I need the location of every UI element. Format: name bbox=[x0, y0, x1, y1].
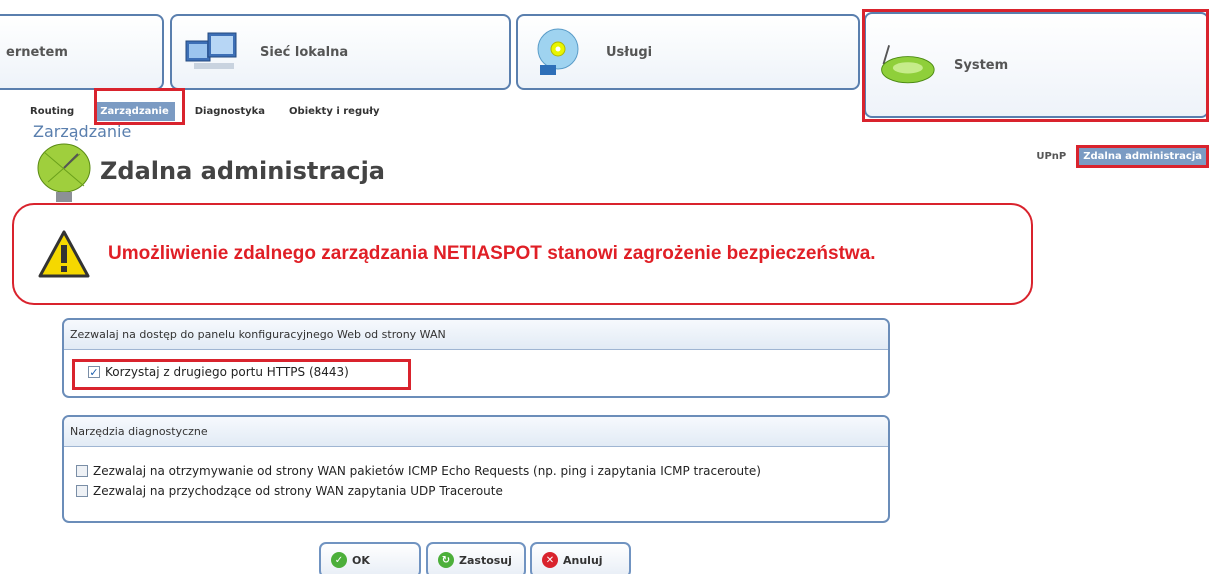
apply-button-label: Zastosuj bbox=[459, 553, 512, 567]
disc-icon bbox=[537, 28, 579, 75]
tab-system-label: System bbox=[954, 57, 1009, 73]
cancel-button-label: Anuluj bbox=[563, 553, 603, 567]
icmp-label: Zezwalaj na otrzymywanie od strony WAN p… bbox=[93, 464, 761, 478]
page-title: Zdalna administracja bbox=[100, 157, 385, 185]
https-option-row: ✓ Korzystaj z drugiego portu HTTPS (8443… bbox=[64, 362, 888, 382]
cancel-button[interactable]: ✕ Anuluj bbox=[530, 542, 631, 574]
subnav-diagnostics[interactable]: Diagnostyka bbox=[183, 106, 277, 117]
ok-button-label: OK bbox=[352, 553, 370, 567]
tab-system[interactable]: System bbox=[864, 12, 1209, 118]
tab-internet[interactable]: ernetem bbox=[0, 14, 164, 90]
close-icon: ✕ bbox=[542, 552, 558, 568]
tab-local-network-label: Sieć lokalna bbox=[260, 44, 349, 60]
wan-access-panel: Zezwalaj na dostęp do panelu konfiguracy… bbox=[62, 318, 890, 398]
warning-icon bbox=[38, 230, 90, 278]
warning-text: Umożliwienie zdalnego zarządzania NETIAS… bbox=[108, 243, 876, 264]
tab-services-label: Usługi bbox=[606, 44, 653, 60]
udp-option-row: Zezwalaj na przychodzące od strony WAN z… bbox=[64, 481, 888, 501]
check-icon: ✓ bbox=[331, 552, 347, 568]
satellite-dish-icon bbox=[37, 143, 91, 202]
right-links: UPnP Zdalna administracja bbox=[1036, 145, 1209, 168]
wan-access-panel-title: Zezwalaj na dostęp do panelu konfiguracy… bbox=[64, 320, 888, 350]
page: ernetem Sieć lokalna Usługi System Routi… bbox=[0, 0, 1209, 574]
udp-checkbox[interactable] bbox=[76, 485, 88, 497]
subnav: Routing Zarządzanie Diagnostyka Obiekty … bbox=[0, 100, 391, 122]
breadcrumb: Zarządzanie bbox=[33, 122, 132, 141]
subnav-routing[interactable]: Routing bbox=[18, 106, 86, 117]
udp-label: Zezwalaj na przychodzące od strony WAN z… bbox=[93, 484, 503, 498]
https-label: Korzystaj z drugiego portu HTTPS (8443) bbox=[105, 365, 349, 379]
icmp-checkbox[interactable] bbox=[76, 465, 88, 477]
diagnostics-panel-title: Narzędzia diagnostyczne bbox=[64, 417, 888, 447]
icmp-option-row: Zezwalaj na otrzymywanie od strony WAN p… bbox=[64, 461, 888, 481]
tab-services[interactable]: Usługi bbox=[516, 14, 860, 90]
subnav-highlight bbox=[94, 88, 185, 125]
https-checkbox[interactable]: ✓ bbox=[88, 366, 100, 378]
upnp-link[interactable]: UPnP bbox=[1036, 151, 1066, 162]
computers-icon bbox=[185, 32, 237, 69]
router-icon bbox=[881, 45, 935, 84]
warning-banner: Umożliwienie zdalnego zarządzania NETIAS… bbox=[12, 203, 1033, 305]
tab-internet-label: ernetem bbox=[6, 44, 68, 60]
ok-button[interactable]: ✓ OK bbox=[319, 542, 421, 574]
apply-button[interactable]: ↻ Zastosuj bbox=[426, 542, 526, 574]
apply-icon: ↻ bbox=[438, 552, 454, 568]
remote-admin-link[interactable]: Zdalna administracja bbox=[1076, 145, 1209, 168]
diagnostics-panel: Narzędzia diagnostyczne Zezwalaj na otrz… bbox=[62, 415, 890, 523]
tab-local-network[interactable]: Sieć lokalna bbox=[170, 14, 511, 90]
subnav-objects-rules[interactable]: Obiekty i reguły bbox=[277, 106, 391, 117]
